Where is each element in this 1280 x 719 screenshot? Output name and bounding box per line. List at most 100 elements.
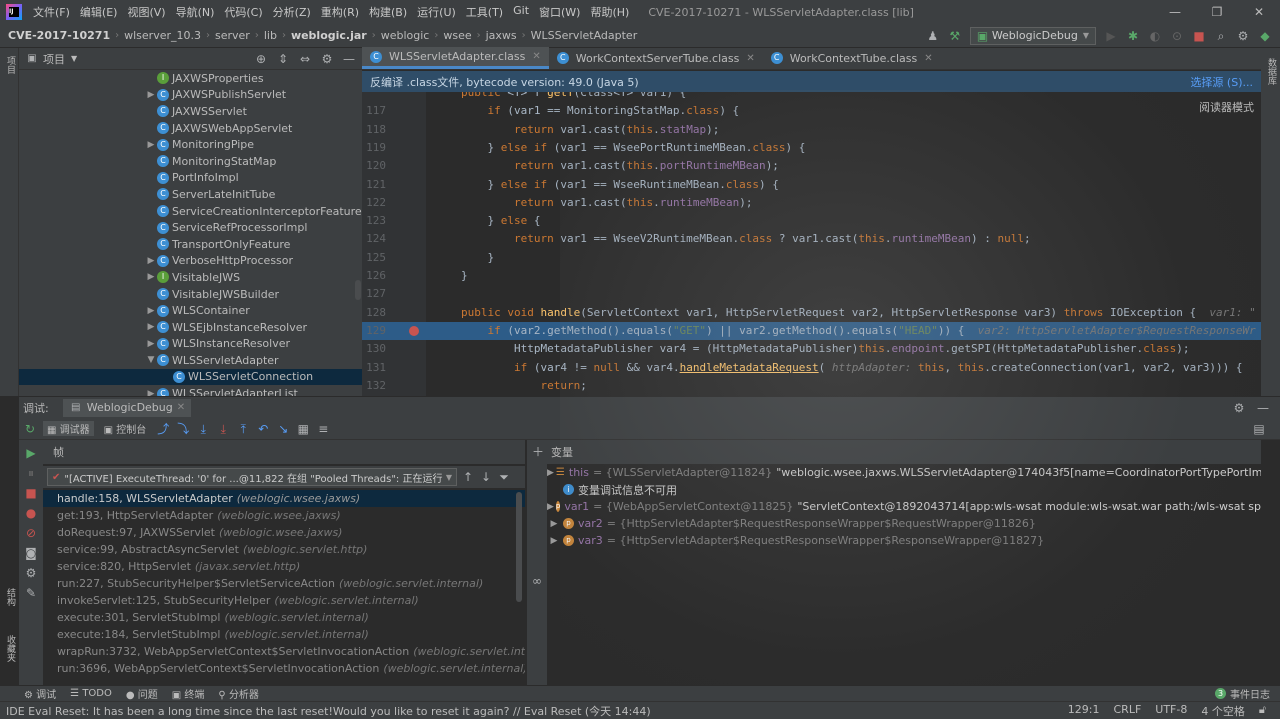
- code-line[interactable]: 129 if (var2.getMethod().equals("GET") |…: [362, 321, 1261, 341]
- tree-item[interactable]: C VisitableJWSBuilder: [19, 286, 362, 303]
- tree-expand-icon[interactable]: ▶: [145, 389, 157, 396]
- collapse-all-icon[interactable]: ⇔: [298, 52, 312, 66]
- file-encoding[interactable]: UTF-8: [1155, 703, 1187, 719]
- hammer-icon[interactable]: ⚒: [948, 29, 962, 43]
- stack-frame[interactable]: execute:184, ServletStubImpl (weblogic.se…: [43, 626, 525, 643]
- variable-row[interactable]: ▶ ☰ this = {WLSServletAdapter@11824} "weblog…: [547, 464, 1261, 481]
- tree-item[interactable]: ▶ C JAXWSPublishServlet: [19, 87, 362, 104]
- step-over-icon[interactable]: ⤵: [176, 422, 190, 436]
- menu-item[interactable]: 帮助(H): [585, 4, 634, 20]
- code-line[interactable]: 119 } else if (var1 == WseePortRuntimeMB…: [362, 139, 1261, 157]
- run-to-cursor-icon[interactable]: ↘: [276, 422, 290, 436]
- editor-tab[interactable]: C WLSServletAdapter.class ✕: [362, 47, 549, 69]
- debug-icon[interactable]: ✱: [1126, 29, 1140, 43]
- tool-todo[interactable]: ☰ TODO: [70, 688, 112, 699]
- frames-scrollbar[interactable]: [516, 492, 522, 602]
- code-line[interactable]: 132 return;: [362, 377, 1261, 395]
- tool-terminal[interactable]: ▣ 终端: [172, 686, 205, 701]
- menu-item[interactable]: 运行(U): [412, 4, 461, 20]
- tree-item[interactable]: C ServiceCreationInterceptorFeature: [19, 203, 362, 220]
- expand-icon[interactable]: ▶: [547, 519, 561, 529]
- gear-icon[interactable]: ⚙: [320, 52, 334, 66]
- expand-all-icon[interactable]: ⇕: [276, 52, 290, 66]
- tree-item[interactable]: C MonitoringStatMap: [19, 153, 362, 170]
- breadcrumb-item[interactable]: weblogic.jar: [291, 29, 367, 42]
- breakpoint-icon[interactable]: [409, 325, 419, 336]
- pause-icon[interactable]: ⏸: [24, 466, 38, 480]
- show-execution-point-icon[interactable]: ⤴: [156, 422, 170, 436]
- stack-frame[interactable]: service:99, AbstractAsyncServlet (weblogi…: [43, 541, 525, 558]
- run-configuration-select[interactable]: ▣ WeblogicDebug ▼: [969, 26, 1096, 45]
- tree-item[interactable]: C PortInfoImpl: [19, 170, 362, 187]
- stop-icon[interactable]: ■: [1192, 29, 1206, 43]
- stack-frame[interactable]: run:3696, WebAppServletContext$ServletIn…: [43, 660, 525, 677]
- breadcrumb-item[interactable]: wsee: [443, 29, 471, 42]
- gear-icon[interactable]: ⚙: [1232, 401, 1246, 415]
- step-into-icon[interactable]: ⤓: [196, 422, 210, 436]
- add-watch-icon[interactable]: ＋: [531, 445, 545, 459]
- tree-item[interactable]: C WLSServletConnection: [19, 368, 362, 386]
- glasses-icon[interactable]: ∞: [530, 574, 544, 588]
- code-line[interactable]: 130 HttpMetadataPublisher var4 = (HttpMe…: [362, 340, 1261, 358]
- code-line[interactable]: 126}: [362, 267, 1261, 285]
- menu-item[interactable]: Git: [508, 4, 534, 20]
- tree-item[interactable]: ▶ C WLSInstanceResolver: [19, 336, 362, 353]
- favorites-tool-tab[interactable]: 收藏夹: [4, 635, 17, 662]
- tab-debugger[interactable]: ▦ 调试器: [43, 421, 94, 436]
- code-line[interactable]: 117 if (var1 == MonitoringStatMap.class)…: [362, 102, 1261, 120]
- tree-item[interactable]: ▼ C WLSServletAdapter: [19, 352, 362, 369]
- variable-row[interactable]: i 变量调试信息不可用: [547, 481, 1261, 498]
- breadcrumb-item[interactable]: WLSServletAdapter: [531, 29, 638, 42]
- project-tool-tab[interactable]: 项目: [4, 56, 17, 74]
- tree-item[interactable]: C JAXWSWebAppServlet: [19, 120, 362, 137]
- code-line[interactable]: 122 return var1.cast(this.runtimeMBean);: [362, 194, 1261, 212]
- tool-profiler[interactable]: ⚲ 分析器: [218, 686, 259, 701]
- resume-icon[interactable]: ▶: [24, 446, 38, 460]
- stack-frame[interactable]: handle:158, WLSServletAdapter (weblogic.w…: [43, 490, 525, 507]
- close-icon[interactable]: ✕: [177, 402, 185, 413]
- expand-icon[interactable]: ▶: [547, 468, 554, 478]
- force-step-into-icon[interactable]: ⤓: [216, 422, 230, 436]
- menu-item[interactable]: 工具(T): [461, 4, 508, 20]
- jetbrains-icon[interactable]: ◆: [1258, 29, 1272, 43]
- code-line[interactable]: 121 } else if (var1 == WseeRuntimeMBean.…: [362, 176, 1261, 194]
- choose-sources-link[interactable]: 选择源 (S)...: [1190, 74, 1253, 90]
- code-line[interactable]: public <T> T getT(Class<T> var1) {: [362, 92, 1261, 102]
- expand-icon[interactable]: ▶: [547, 502, 554, 512]
- tree-item[interactable]: ▶ C MonitoringPipe: [19, 136, 362, 153]
- tool-debug[interactable]: ⚙ 调试: [24, 686, 56, 701]
- arrow-down-icon[interactable]: ↓: [479, 470, 493, 484]
- variable-row[interactable]: ▶ p var3 = {HttpServletAdapter$RequestRespo…: [547, 532, 1261, 549]
- database-tool-tab[interactable]: 数据库: [1265, 58, 1278, 85]
- tree-item[interactable]: ▶ C WLSServletAdapterList: [19, 385, 362, 396]
- code-line[interactable]: 128 public void handle(ServletContext var…: [362, 304, 1261, 322]
- stop-icon[interactable]: ■: [24, 486, 38, 500]
- stack-frame[interactable]: get:193, HttpServletAdapter (weblogic.wse…: [43, 507, 525, 524]
- menu-item[interactable]: 文件(F): [28, 4, 75, 20]
- tree-item[interactable]: ▶ I VisitableJWS: [19, 269, 362, 286]
- stack-frame[interactable]: run:227, StubSecurityHelper$ServletServi…: [43, 575, 525, 592]
- minimize-icon[interactable]: —: [1154, 5, 1196, 19]
- view-breakpoints-icon[interactable]: ●: [24, 506, 38, 520]
- menu-item[interactable]: 编辑(E): [75, 4, 123, 20]
- tree-expand-icon[interactable]: ▶: [145, 306, 157, 316]
- settings-icon[interactable]: ⚙: [24, 566, 38, 580]
- camera-icon[interactable]: ◙: [24, 546, 38, 560]
- tree-item[interactable]: I JAXWSProperties: [19, 70, 362, 87]
- menu-item[interactable]: 导航(N): [171, 4, 220, 20]
- menu-item[interactable]: 分析(Z): [268, 4, 316, 20]
- drop-frame-icon[interactable]: ↶: [256, 422, 270, 436]
- maximize-icon[interactable]: ❐: [1196, 5, 1238, 19]
- close-icon[interactable]: ✕: [1238, 5, 1280, 19]
- step-out-icon[interactable]: ⤒: [236, 422, 250, 436]
- breadcrumb-item[interactable]: CVE-2017-10271: [8, 29, 110, 42]
- editor-tab[interactable]: C WorkContextServerTube.class ✕: [549, 47, 763, 69]
- hide-icon[interactable]: —: [342, 52, 356, 66]
- tab-console[interactable]: ▣ 控制台: [100, 421, 151, 436]
- menu-item[interactable]: 窗口(W): [534, 4, 585, 20]
- tree-item[interactable]: C ServiceRefProcessorImpl: [19, 219, 362, 236]
- menu-item[interactable]: 构建(B): [364, 4, 412, 20]
- lock-icon[interactable]: 🔓︎: [1259, 703, 1266, 719]
- status-message[interactable]: IDE Eval Reset: It has been a long time …: [6, 703, 651, 719]
- thread-select[interactable]: ✔ "[ACTIVE] ExecuteThread: '0' for ...@1…: [47, 468, 457, 486]
